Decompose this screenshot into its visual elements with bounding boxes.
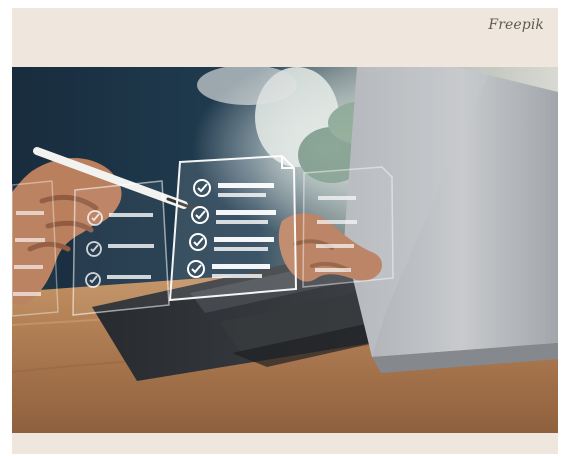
hero-photo	[12, 67, 558, 433]
photo-illustration	[12, 67, 558, 433]
image-credit: Freepik	[488, 17, 544, 33]
image-card: Freepik	[12, 8, 558, 454]
